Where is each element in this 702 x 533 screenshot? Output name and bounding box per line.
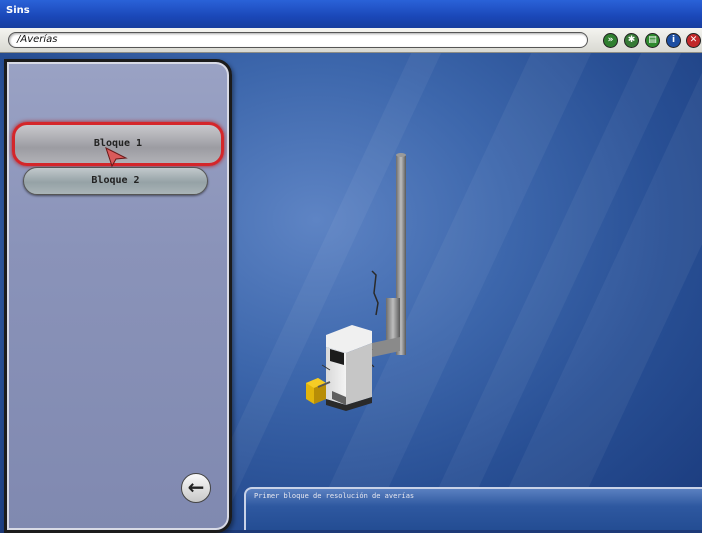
title-bar: Sins [0,0,702,28]
forward-icon[interactable]: » [603,33,618,48]
close-icon[interactable]: ✕ [686,33,701,48]
mouse-cursor-icon [105,147,128,168]
toolbar: /Averías » ✱ ▤ i ✕ [0,28,702,53]
description-text: Primer bloque de resolución de averías [254,492,415,500]
back-arrow-icon[interactable]: ← [181,473,211,503]
sidebar-item-bloque-2[interactable]: Bloque 2 [23,167,208,195]
description-panel: Primer bloque de resolución de averías [244,487,702,530]
info-icon[interactable]: i [666,33,681,48]
settings-icon[interactable]: ✱ [624,33,639,48]
path-field[interactable]: /Averías [8,32,588,48]
window-title: Sins [6,5,30,16]
print-icon[interactable]: ▤ [645,33,660,48]
path-text: /Averías [17,34,58,45]
sidebar-item-label: Bloque 2 [91,175,140,186]
